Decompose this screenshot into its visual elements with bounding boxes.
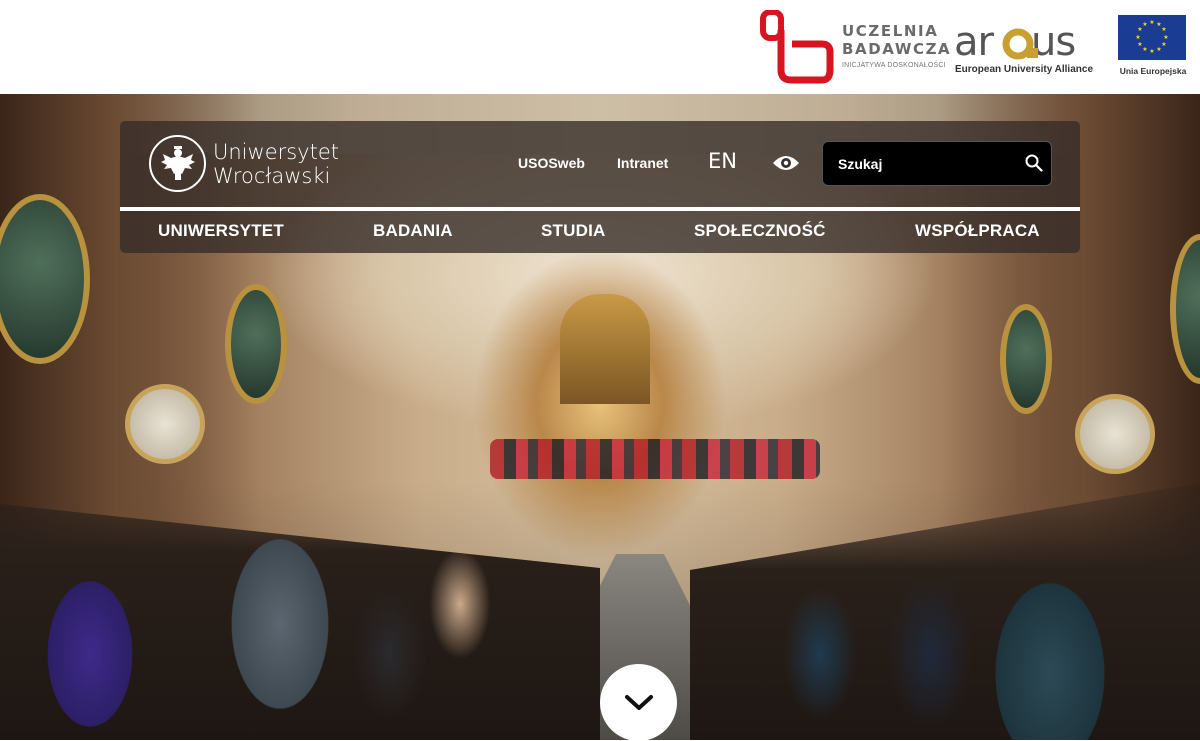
svg-text:★: ★ (1149, 19, 1154, 26)
menu-item-spolecznosc[interactable]: SPOŁECZNOŚĆ (694, 221, 826, 241)
eu-label: Unia Europejska (1119, 66, 1187, 76)
research-university-line1: UCZELNIA (842, 22, 939, 40)
main-menu: UNIWERSYTET BADANIA STUDIA SPOŁECZNOŚĆ W… (120, 217, 1080, 247)
nav-divider (120, 207, 1080, 211)
menu-item-uniwersytet[interactable]: UNIWERSYTET (158, 221, 284, 241)
svg-text:★: ★ (1149, 48, 1154, 55)
svg-text:★: ★ (1142, 46, 1147, 53)
usosweb-link[interactable]: USOSweb (518, 155, 585, 171)
university-name: Uniwersytet Wrocławski (213, 139, 339, 188)
menu-item-wspolpraca[interactable]: WSPÓŁPRACA (915, 221, 1040, 241)
eagle-emblem-icon (149, 135, 206, 192)
arqus-logo[interactable]: ar us European University Alliance (954, 14, 1094, 78)
svg-text:★: ★ (1156, 46, 1161, 53)
language-switch-en[interactable]: EN (708, 149, 737, 173)
altar (560, 294, 650, 404)
top-logo-bar: UCZELNIA BADAWCZA INICJATYWA DOSKONAŁOŚC… (0, 0, 1200, 94)
svg-text:★: ★ (1163, 34, 1168, 41)
wall-medallion (1075, 394, 1155, 474)
eu-flag-icon: ★ ★★ ★★★ ★★★ ★★★ (1118, 15, 1186, 60)
svg-text:★: ★ (1135, 34, 1140, 41)
research-university-line3: INICJATYWA DOSKONAŁOŚCI (842, 62, 946, 69)
svg-text:★: ★ (1161, 41, 1166, 48)
research-university-mark-icon (760, 9, 834, 83)
menu-item-studia[interactable]: STUDIA (541, 221, 605, 241)
arqus-q-icon (1002, 28, 1038, 60)
scroll-down-button[interactable] (600, 664, 677, 741)
wall-medallion (125, 384, 205, 464)
research-university-line2: BADAWCZA (842, 40, 952, 58)
research-university-logo[interactable]: UCZELNIA BADAWCZA INICJATYWA DOSKONAŁOŚC… (760, 9, 950, 84)
svg-text:★: ★ (1137, 41, 1142, 48)
university-logo[interactable]: Uniwersytet Wrocławski (149, 135, 339, 192)
chevron-down-icon (624, 694, 653, 710)
menu-item-badania[interactable]: BADANIA (373, 221, 453, 241)
search-icon[interactable] (1023, 153, 1045, 175)
accessibility-eye-icon[interactable] (772, 151, 800, 175)
portrait-painting (225, 284, 287, 404)
eu-logo[interactable]: ★ ★ ★ ★ ★ ★ ★ ★ ★ ★ ★ ★ Unia Europejska (1118, 15, 1188, 77)
portrait-painting (1000, 304, 1052, 414)
search-input[interactable] (823, 142, 1013, 185)
svg-text:★: ★ (1161, 26, 1166, 33)
search-box (822, 141, 1052, 186)
intranet-link[interactable]: Intranet (617, 155, 668, 171)
main-navigation-panel: Uniwersytet Wrocławski USOSweb Intranet … (120, 121, 1080, 253)
svg-text:★: ★ (1142, 21, 1147, 28)
arqus-subtitle: European University Alliance (955, 64, 1094, 75)
ceremony-rows (490, 439, 820, 479)
